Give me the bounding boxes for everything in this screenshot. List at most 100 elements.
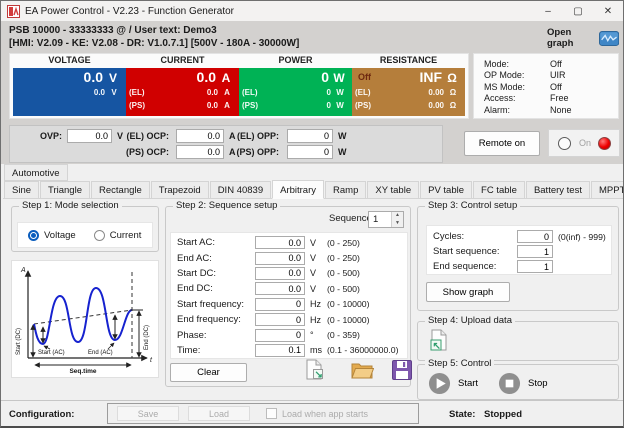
el-opp-input[interactable]: [287, 129, 333, 143]
cycles-input[interactable]: [517, 230, 553, 243]
end-dc-input[interactable]: [255, 282, 305, 295]
mode-value: Off: [550, 59, 562, 70]
end-sequence-input[interactable]: [517, 260, 553, 273]
load-on-start-checkbox[interactable]: Load when app starts: [266, 408, 368, 419]
field-row-end-dc: End DC: V (0 - 500): [171, 281, 407, 296]
cycles-label: Cycles:: [427, 231, 517, 242]
open-graph-button[interactable]: Open graph: [547, 28, 619, 48]
start-frequency-input[interactable]: [255, 298, 305, 311]
current-meter: 0.0 A (EL) 0.0 A (PS) 0.0 A: [126, 68, 239, 116]
upload-data-button[interactable]: ↖: [426, 329, 450, 355]
save-file-button[interactable]: [390, 359, 414, 383]
output-off-circle-icon[interactable]: [558, 137, 571, 150]
voltage-radio[interactable]: Voltage: [28, 230, 76, 241]
tab-mppt[interactable]: MPPT: [591, 181, 624, 199]
tab-rectangle[interactable]: Rectangle: [91, 181, 150, 199]
status-row-op-mode: OP Mode: UIR: [484, 70, 618, 81]
field-row-time: Time: ms (0.1 - 36000000.0): [171, 343, 407, 358]
time-input[interactable]: [255, 344, 305, 357]
ps-opp-input[interactable]: [287, 145, 333, 159]
arbitrary-tab-content: Step 1: Mode selection Voltage Current: [3, 198, 623, 401]
start-button[interactable]: Start: [428, 371, 508, 395]
load-button[interactable]: Load: [188, 406, 250, 421]
seq-time-label: Seq.time: [69, 368, 96, 375]
clear-button[interactable]: Clear: [170, 363, 247, 382]
end-dc-label: End (DC): [144, 325, 150, 350]
tab-triangle[interactable]: Triangle: [40, 181, 90, 199]
resistance-header: RESISTANCE: [352, 55, 465, 68]
tab-sine[interactable]: Sine: [4, 181, 39, 199]
app-window: EA Power Control - V2.23 - Function Gene…: [0, 0, 624, 428]
ovp-label: OVP:: [28, 131, 62, 141]
footer-bar: Configuration: Save Load Load when app s…: [1, 400, 623, 426]
step3-title: Step 3: Control setup: [425, 200, 520, 211]
ovp-input[interactable]: [67, 129, 112, 143]
save-icon: [392, 360, 412, 380]
sequence-fields-box: Start AC: V (0 - 250) End AC: V (0 - 250…: [170, 232, 408, 359]
start-sequence-input[interactable]: [517, 245, 553, 258]
step5-group: Step 5: Control Start Stop: [417, 364, 619, 400]
device-details: [HMI: V2.09 - KE: V2.08 - DR: V1.0.7.1] …: [9, 38, 299, 49]
meters-panel: VOLTAGE CURRENT POWER RESISTANCE 0.0 V 0…: [9, 53, 469, 119]
window-title: EA Power Control - V2.23 - Function Gene…: [25, 6, 234, 17]
sequence-spinner[interactable]: 1 ▲ ▼: [368, 211, 404, 228]
ps-ocp-input[interactable]: [176, 145, 224, 159]
step5-title: Step 5: Control: [425, 358, 494, 369]
step4-group: Step 4: Upload data ↖: [417, 321, 619, 361]
import-file-button[interactable]: ↘: [302, 359, 326, 383]
current-radio[interactable]: Current: [94, 230, 142, 241]
load-on-start-label: Load when app starts: [282, 409, 368, 419]
tab-ramp[interactable]: Ramp: [325, 181, 366, 199]
field-row-phase: Phase: ° (0 - 359): [171, 327, 407, 342]
show-graph-button[interactable]: Show graph: [426, 282, 510, 302]
status-row-alarm: Alarm: None: [484, 105, 618, 116]
end-frequency-input[interactable]: [255, 313, 305, 326]
start-button-label: Start: [458, 378, 478, 389]
phase-field-label: Phase:: [171, 330, 255, 341]
tab-pv-table[interactable]: PV table: [420, 181, 472, 199]
voltage-sub-unit: V: [105, 88, 123, 97]
phase-input[interactable]: [255, 329, 305, 342]
ms-mode-value: Off: [550, 82, 562, 93]
current-el-tag: (EL): [129, 88, 151, 97]
start-ac-input[interactable]: [255, 236, 305, 249]
start-ac-label: Start (AC): [38, 350, 65, 356]
tab-fc-table[interactable]: FC table: [473, 181, 525, 199]
output-led-icon: [598, 137, 611, 150]
device-title: PSB 10000 - 33333333 @ / User text: Demo…: [9, 25, 217, 36]
minimize-button[interactable]: –: [533, 1, 563, 21]
start-dc-field-label: Start DC:: [171, 268, 255, 279]
close-button[interactable]: ✕: [593, 1, 623, 21]
spinner-up-icon[interactable]: ▲: [392, 212, 403, 220]
tab-trapezoid[interactable]: Trapezoid: [151, 181, 209, 199]
alarm-value: None: [550, 105, 572, 116]
tab-xy-table[interactable]: XY table: [367, 181, 419, 199]
end-ac-range: (0 - 250): [327, 253, 360, 263]
tab-battery-test[interactable]: Battery test: [526, 181, 590, 199]
el-opp-unit: W: [338, 131, 347, 141]
field-row-start-frequency: Start frequency: Hz (0 - 10000): [171, 297, 407, 312]
start-dc-input[interactable]: [255, 267, 305, 280]
open-file-button[interactable]: [350, 359, 374, 383]
save-button[interactable]: Save: [117, 406, 179, 421]
start-ac-unit: V: [305, 238, 327, 248]
power-ps-tag: (PS): [242, 101, 264, 110]
remote-on-button[interactable]: Remote on: [464, 131, 540, 156]
start-frequency-field-label: Start frequency:: [171, 299, 255, 310]
el-ocp-input[interactable]: [176, 129, 224, 143]
maximize-button[interactable]: ▢: [563, 1, 593, 21]
resistance-el-unit: Ω: [444, 88, 462, 97]
alarm-label: Alarm:: [484, 105, 550, 116]
voltage-sub-value: 0.0: [94, 88, 105, 97]
el-ocp-label: (EL) OCP:: [123, 131, 169, 141]
resistance-ps-unit: Ω: [444, 101, 462, 110]
tab-din-40839[interactable]: DIN 40839: [210, 181, 271, 199]
sequence-value: 1: [369, 212, 391, 227]
start-frequency-unit: Hz: [305, 299, 327, 309]
resistance-unit: Ω: [442, 71, 462, 85]
tab-automotive[interactable]: Automotive: [4, 164, 68, 181]
spinner-down-icon[interactable]: ▼: [392, 220, 403, 228]
end-ac-input[interactable]: [255, 252, 305, 265]
stop-button[interactable]: Stop: [498, 371, 578, 395]
tab-arbitrary[interactable]: Arbitrary: [272, 180, 324, 199]
